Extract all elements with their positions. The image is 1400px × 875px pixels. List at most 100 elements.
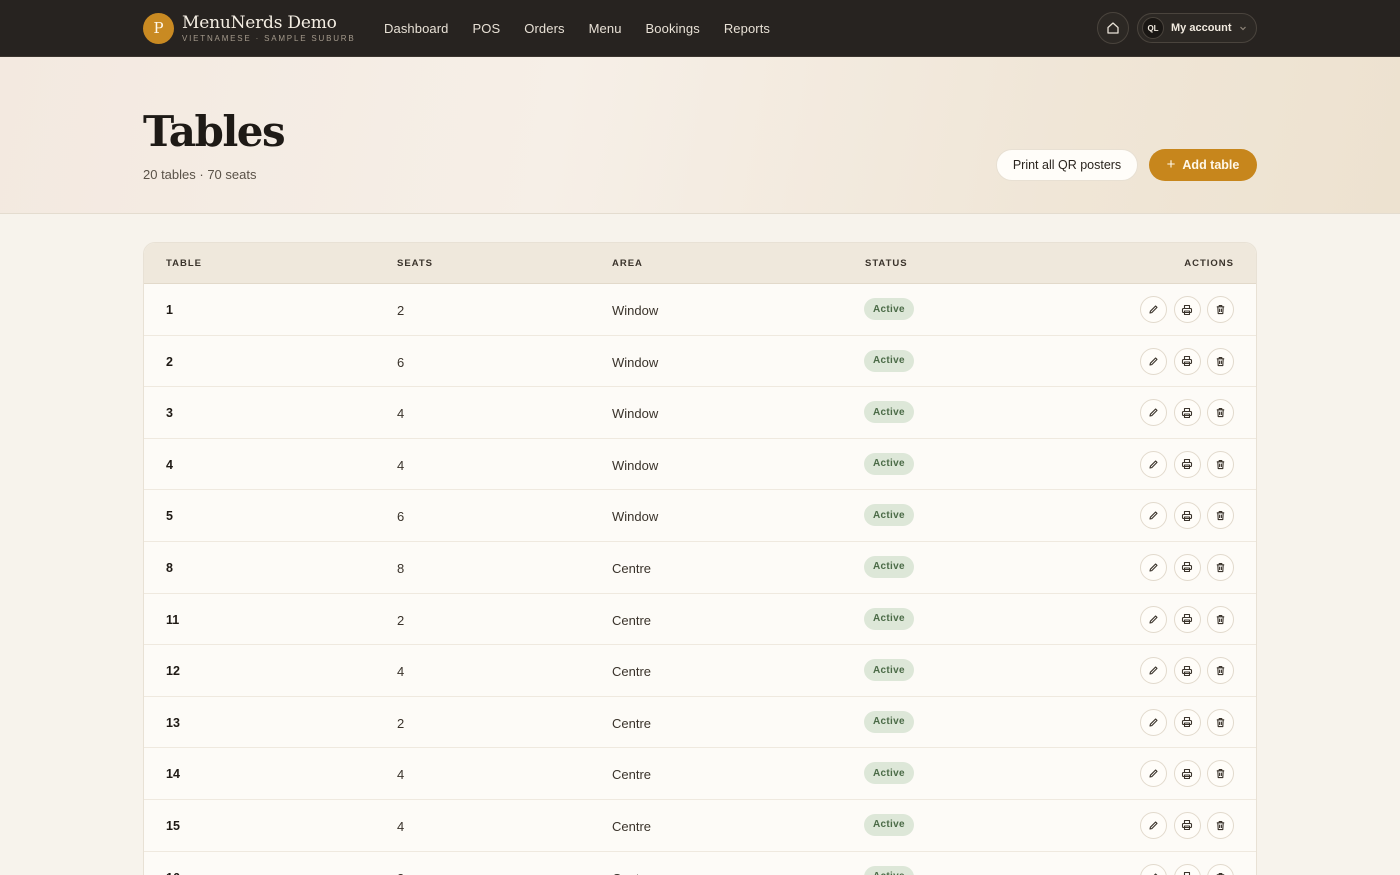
delete-button[interactable] xyxy=(1207,399,1234,427)
printer-icon xyxy=(1181,459,1193,470)
brand[interactable]: P MenuNerds Demo VIETNAMESE · SAMPLE SUB… xyxy=(143,12,356,44)
edit-button[interactable] xyxy=(1140,863,1167,875)
trash-icon xyxy=(1216,769,1225,779)
table-number: 4 xyxy=(166,457,173,472)
column-header-area: AREA xyxy=(612,258,643,269)
table-number: 14 xyxy=(166,767,180,782)
edit-button[interactable] xyxy=(1140,605,1167,633)
seat-count: 4 xyxy=(397,767,405,783)
edit-button[interactable] xyxy=(1140,347,1167,375)
delete-button[interactable] xyxy=(1207,657,1234,685)
edit-button[interactable] xyxy=(1140,657,1167,685)
printer-icon xyxy=(1181,407,1193,418)
delete-button[interactable] xyxy=(1207,553,1234,581)
print-qr-button[interactable] xyxy=(1173,863,1201,875)
table-row: 5 6 Window Active xyxy=(144,490,1256,542)
trash-icon xyxy=(1216,408,1225,418)
edit-button[interactable] xyxy=(1140,399,1167,427)
table-number: 8 xyxy=(166,560,173,575)
pencil-icon xyxy=(1149,408,1158,417)
avatar: QL xyxy=(1142,17,1164,39)
table-row: 1 2 Window Active xyxy=(144,284,1256,336)
print-qr-button[interactable] xyxy=(1173,296,1201,323)
pencil-icon xyxy=(1149,563,1158,572)
edit-button[interactable] xyxy=(1140,708,1167,736)
print-qr-button[interactable] xyxy=(1173,811,1201,839)
status-badge: Active xyxy=(864,452,914,475)
edit-button[interactable] xyxy=(1140,502,1167,530)
print-qr-button[interactable] xyxy=(1173,347,1201,375)
account-menu-button[interactable]: QL My account xyxy=(1137,13,1257,43)
print-qr-button[interactable] xyxy=(1173,605,1201,633)
delete-button[interactable] xyxy=(1207,347,1234,375)
status-badge: Active xyxy=(864,555,914,578)
column-header-seats: SEATS xyxy=(397,258,433,269)
status-badge: Active xyxy=(864,349,914,372)
trash-icon xyxy=(1216,666,1225,676)
trash-icon xyxy=(1216,820,1225,831)
pencil-icon xyxy=(1149,666,1158,675)
printer-icon xyxy=(1181,614,1193,625)
top-navigation-bar: P MenuNerds Demo VIETNAMESE · SAMPLE SUB… xyxy=(0,0,1400,57)
area-name: Centre xyxy=(612,767,652,783)
edit-button[interactable] xyxy=(1140,450,1167,478)
add-table-button[interactable]: + Add table xyxy=(1149,149,1257,181)
delete-button[interactable] xyxy=(1207,811,1234,839)
seat-count: 6 xyxy=(397,354,405,370)
edit-button[interactable] xyxy=(1140,760,1167,788)
table-row: 4 4 Window Active xyxy=(144,439,1256,491)
nav-orders[interactable]: Orders xyxy=(524,21,564,36)
nav-bookings[interactable]: Bookings xyxy=(646,21,700,36)
row-actions xyxy=(1140,863,1241,875)
home-button[interactable] xyxy=(1097,12,1129,44)
printer-icon xyxy=(1181,562,1193,573)
trash-icon xyxy=(1216,717,1225,727)
delete-button[interactable] xyxy=(1207,296,1234,323)
pencil-icon xyxy=(1149,357,1158,366)
table-row: 2 6 Window Active xyxy=(144,336,1256,388)
pencil-icon xyxy=(1149,305,1158,314)
row-actions xyxy=(1140,296,1241,323)
status-badge: Active xyxy=(864,865,914,875)
nav-dashboard[interactable]: Dashboard xyxy=(384,21,449,36)
table-row: 8 8 Centre Active xyxy=(144,542,1256,594)
area-name: Centre xyxy=(612,715,652,731)
nav-reports[interactable]: Reports xyxy=(724,21,770,36)
main-nav: Dashboard POS Orders Menu Bookings Repor… xyxy=(384,0,794,57)
area-name: Centre xyxy=(612,612,652,628)
print-all-qr-posters-button[interactable]: Print all QR posters xyxy=(996,149,1138,181)
seat-count: 4 xyxy=(397,818,405,834)
row-actions xyxy=(1140,811,1241,839)
edit-button[interactable] xyxy=(1140,811,1167,839)
delete-button[interactable] xyxy=(1207,605,1234,633)
page-header: Tables 20 tables · 70 seats Print all QR… xyxy=(0,57,1400,214)
table-row: 11 2 Centre Active xyxy=(144,594,1256,646)
print-qr-button[interactable] xyxy=(1173,657,1201,685)
print-qr-button[interactable] xyxy=(1173,708,1201,736)
table-row: 15 4 Centre Active xyxy=(144,800,1256,852)
print-qr-button[interactable] xyxy=(1173,760,1201,788)
print-qr-button[interactable] xyxy=(1173,399,1201,427)
printer-icon xyxy=(1181,768,1193,779)
brand-text: MenuNerds Demo VIETNAMESE · SAMPLE SUBUR… xyxy=(182,13,356,44)
delete-button[interactable] xyxy=(1207,708,1234,736)
row-actions xyxy=(1140,450,1241,478)
plus-icon: + xyxy=(1166,156,1176,173)
print-qr-button[interactable] xyxy=(1173,450,1201,478)
pencil-icon xyxy=(1149,615,1158,624)
print-qr-button[interactable] xyxy=(1173,502,1201,530)
edit-button[interactable] xyxy=(1140,553,1167,581)
delete-button[interactable] xyxy=(1207,450,1234,478)
status-badge: Active xyxy=(864,762,914,785)
seat-count: 8 xyxy=(397,560,405,576)
print-qr-button[interactable] xyxy=(1173,553,1201,581)
delete-button[interactable] xyxy=(1207,863,1234,875)
trash-icon xyxy=(1216,356,1225,366)
delete-button[interactable] xyxy=(1207,502,1234,530)
nav-pos[interactable]: POS xyxy=(473,21,501,36)
seat-count: 2 xyxy=(397,612,405,628)
pencil-icon xyxy=(1153,872,1158,875)
nav-menu[interactable]: Menu xyxy=(589,21,622,36)
delete-button[interactable] xyxy=(1207,760,1234,788)
edit-button[interactable] xyxy=(1140,296,1167,323)
